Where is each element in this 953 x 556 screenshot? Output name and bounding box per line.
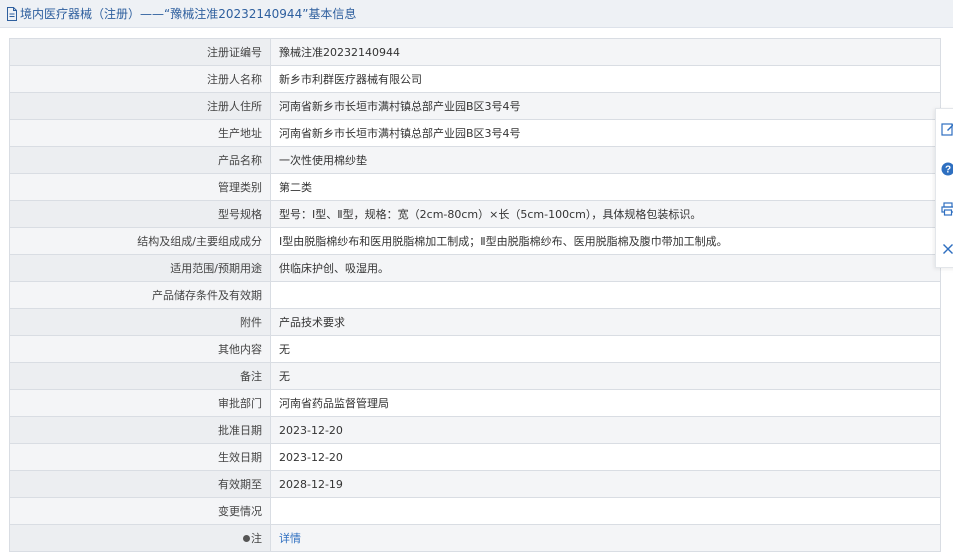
note-dot-icon bbox=[243, 535, 250, 542]
table-row: 产品储存条件及有效期 bbox=[9, 281, 941, 309]
field-value-note: 详情 bbox=[270, 524, 941, 552]
table-row: 审批部门 河南省药品监督管理局 bbox=[9, 389, 941, 417]
field-label: 产品储存条件及有效期 bbox=[9, 281, 271, 309]
field-value: 河南省药品监督管理局 bbox=[270, 389, 941, 417]
table-row: 附件 产品技术要求 bbox=[9, 308, 941, 336]
table-row: 注册人住所 河南省新乡市长垣市满村镇总部产业园B区3号4号 bbox=[9, 92, 941, 120]
field-value: 新乡市利群医疗器械有限公司 bbox=[270, 65, 941, 93]
table-row: 备注无 bbox=[9, 362, 941, 390]
field-label: 生效日期 bbox=[9, 443, 271, 471]
field-value bbox=[270, 281, 941, 309]
svg-text:?: ? bbox=[945, 165, 951, 176]
page-title: 境内医疗器械（注册）——“豫械注准20232140944”基本信息 bbox=[20, 7, 357, 21]
field-value: 无 bbox=[270, 362, 941, 390]
field-value: 型号：Ⅰ型、Ⅱ型，规格：宽（2cm-80cm）×长（5cm-100cm），具体规… bbox=[270, 200, 941, 228]
info-table: 注册证编号 豫械注准20232140944 注册人名称 新乡市利群医疗器械有限公司 注册… bbox=[9, 38, 941, 552]
field-label: 备注 bbox=[9, 362, 271, 390]
table-row: 结构及组成/主要组成成分 Ⅰ型由脱脂棉纱布和医用脱脂棉加工制成；Ⅱ型由脱脂棉纱布、… bbox=[9, 227, 941, 255]
field-value: 2028-12-19 bbox=[270, 470, 941, 498]
field-label: 结构及组成/主要组成成分 bbox=[9, 227, 271, 255]
page-header: 境内医疗器械（注册）——“豫械注准20232140944”基本信息 bbox=[0, 0, 953, 28]
field-value: 河南省新乡市长垣市满村镇总部产业园B区3号4号 bbox=[270, 119, 941, 147]
field-label: 审批部门 bbox=[9, 389, 271, 417]
field-value: Ⅰ型由脱脂棉纱布和医用脱脂棉加工制成；Ⅱ型由脱脂棉纱布、医用脱脂棉及腹巾带加工制… bbox=[270, 227, 941, 255]
table-row: 其他内容无 bbox=[9, 335, 941, 363]
field-label: 变更情况 bbox=[9, 497, 271, 525]
note-label: 注 bbox=[251, 532, 262, 545]
field-label: 注册证编号 bbox=[9, 38, 271, 66]
field-label: 注册人住所 bbox=[9, 92, 271, 120]
field-value: 无 bbox=[270, 335, 941, 363]
detail-link[interactable]: 详情 bbox=[279, 532, 301, 545]
field-label: 产品名称 bbox=[9, 146, 271, 174]
field-value bbox=[270, 497, 941, 525]
field-label: 批准日期 bbox=[9, 416, 271, 444]
table-row: 批准日期 2023-12-20 bbox=[9, 416, 941, 444]
table-row-note: 注 详情 bbox=[9, 524, 941, 552]
document-icon bbox=[7, 6, 17, 21]
close-icon[interactable] bbox=[940, 241, 953, 257]
field-label: 附件 bbox=[9, 308, 271, 336]
info-table-container: 注册证编号 豫械注准20232140944 注册人名称 新乡市利群医疗器械有限公司 注册… bbox=[9, 38, 941, 552]
field-label: 适用范围/预期用途 bbox=[9, 254, 271, 282]
field-value: 2023-12-20 bbox=[270, 416, 941, 444]
table-row: 注册证编号 豫械注准20232140944 bbox=[9, 38, 941, 66]
field-label-note: 注 bbox=[9, 524, 271, 552]
side-toolbar: ? bbox=[935, 108, 953, 268]
field-value: 产品技术要求 bbox=[270, 308, 941, 336]
field-label: 其他内容 bbox=[9, 335, 271, 363]
field-value: 一次性使用棉纱垫 bbox=[270, 146, 941, 174]
field-label: 有效期至 bbox=[9, 470, 271, 498]
field-value: 供临床护创、吸湿用。 bbox=[270, 254, 941, 282]
table-row: 生效日期 2023-12-20 bbox=[9, 443, 941, 471]
table-row: 型号规格 型号：Ⅰ型、Ⅱ型，规格：宽（2cm-80cm）×长（5cm-100cm）… bbox=[9, 200, 941, 228]
table-row: 产品名称 一次性使用棉纱垫 bbox=[9, 146, 941, 174]
table-row: 生产地址 河南省新乡市长垣市满村镇总部产业园B区3号4号 bbox=[9, 119, 941, 147]
field-value: 2023-12-20 bbox=[270, 443, 941, 471]
table-row: 变更情况 bbox=[9, 497, 941, 525]
field-value: 河南省新乡市长垣市满村镇总部产业园B区3号4号 bbox=[270, 92, 941, 120]
field-label: 注册人名称 bbox=[9, 65, 271, 93]
table-row: 注册人名称 新乡市利群医疗器械有限公司 bbox=[9, 65, 941, 93]
field-label: 型号规格 bbox=[9, 200, 271, 228]
print-icon[interactable] bbox=[940, 201, 953, 217]
table-row: 有效期至 2028-12-19 bbox=[9, 470, 941, 498]
table-row: 适用范围/预期用途 供临床护创、吸湿用。 bbox=[9, 254, 941, 282]
table-row: 管理类别 第二类 bbox=[9, 173, 941, 201]
field-label: 管理类别 bbox=[9, 173, 271, 201]
field-value: 第二类 bbox=[270, 173, 941, 201]
field-value: 豫械注准20232140944 bbox=[270, 38, 941, 66]
edit-icon[interactable] bbox=[940, 121, 953, 137]
field-label: 生产地址 bbox=[9, 119, 271, 147]
help-icon[interactable]: ? bbox=[940, 161, 953, 177]
